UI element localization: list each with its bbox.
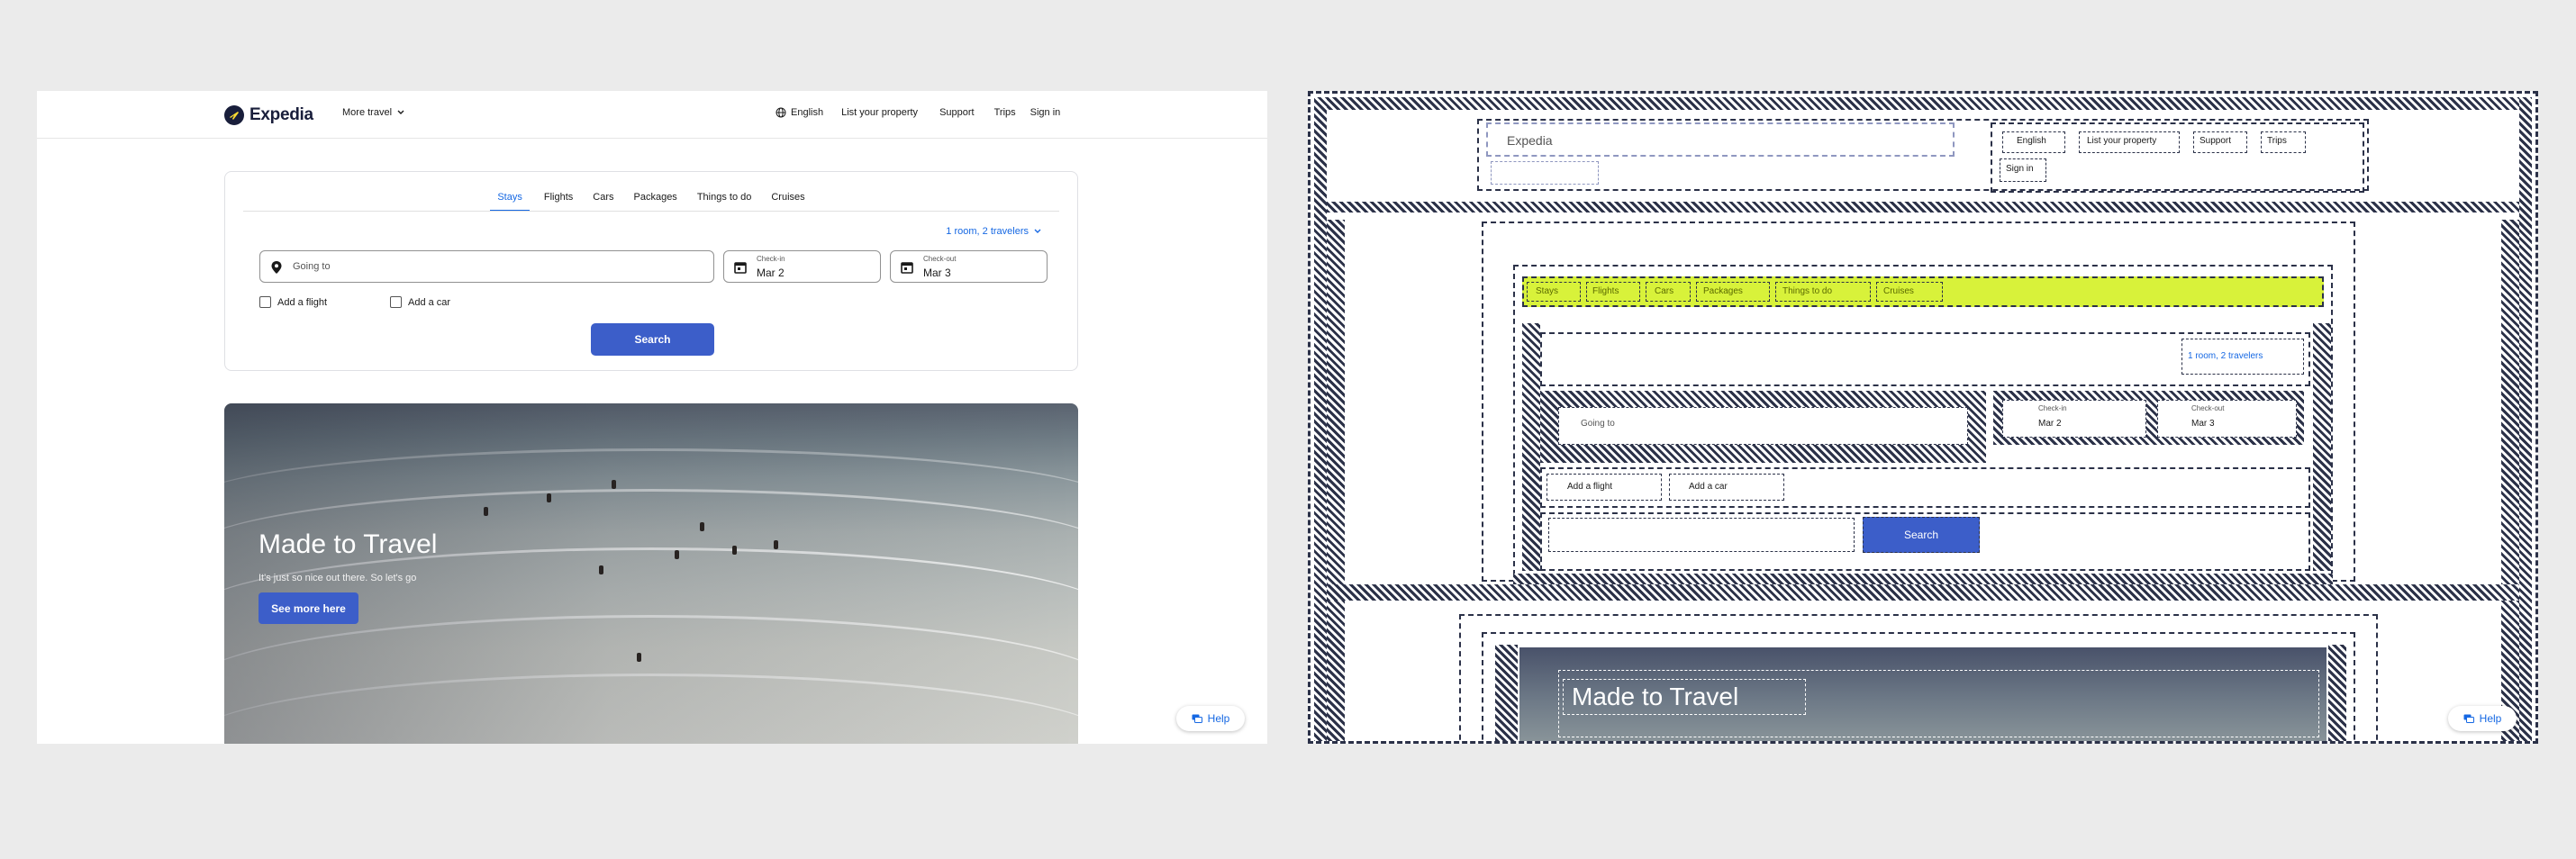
overlay-check-in-value[interactable]: Mar 2 (2038, 419, 2062, 429)
more-travel-menu[interactable]: More travel (342, 107, 404, 118)
content-border-left (1327, 220, 1345, 741)
calendar-icon (734, 262, 747, 274)
overlay-add-car[interactable]: Add a car (1689, 482, 1728, 492)
section-divider-hatch (1327, 584, 2519, 601)
check-in-label: Check-in (757, 255, 785, 263)
logo-text: Expedia (249, 105, 313, 124)
product-tabs: Stays Flights Cars Packages Things to do… (225, 188, 1077, 212)
tab-packages[interactable]: Packages (634, 188, 677, 209)
sign-in-link[interactable]: Sign in (1030, 107, 1061, 118)
language-selector[interactable]: English (776, 107, 823, 118)
language-label: English (791, 107, 824, 118)
travelers-label: 1 room, 2 travelers (946, 226, 1029, 237)
help-button[interactable]: Help (1176, 706, 1245, 731)
plane-logo-icon (224, 105, 244, 125)
overlay-tab-things-to-do[interactable]: Things to do (1782, 286, 1832, 296)
hero-subtitle: It's just so nice out there. So let's go (259, 573, 417, 583)
overlay-add-flight[interactable]: Add a flight (1567, 482, 1612, 492)
chevron-down-icon (1034, 229, 1041, 233)
support-link[interactable]: Support (939, 107, 975, 118)
search-spacer-outline (1548, 518, 1855, 552)
see-more-button[interactable]: See more here (259, 592, 358, 624)
more-travel-label: More travel (342, 107, 393, 118)
form-border-left (1522, 323, 1540, 571)
expedia-homepage-view: Expedia More travel English List your pr… (37, 91, 1267, 744)
globe-icon (776, 107, 786, 118)
going-to-placeholder: Going to (293, 261, 331, 272)
overlay-going-to[interactable]: Going to (1581, 419, 1615, 429)
add-car-checkbox[interactable]: Add a car (390, 296, 450, 308)
overlay-check-out-label: Check-out (2191, 404, 2225, 412)
going-to-outline (1558, 407, 1968, 445)
overlay-trips[interactable]: Trips (2267, 136, 2287, 146)
overlay-help-button[interactable]: Help (2448, 706, 2517, 731)
element-overlay-view: Expedia English List your property Suppo… (1308, 91, 2538, 744)
overlay-language[interactable]: English (2017, 136, 2046, 146)
chat-icon (1192, 714, 1202, 723)
overlay-check-out-value[interactable]: Mar 3 (2191, 419, 2215, 429)
tab-cruises[interactable]: Cruises (771, 188, 804, 209)
overlay-sign-in[interactable]: Sign in (2006, 164, 2034, 174)
header-nav: English List your property Support Trips… (776, 107, 1060, 118)
chat-icon (2463, 714, 2474, 723)
overlay-list-property[interactable]: List your property (2087, 136, 2156, 146)
calendar-icon (901, 262, 913, 274)
overlay-logo[interactable]: Expedia (1507, 133, 1553, 148)
trips-link[interactable]: Trips (994, 107, 1016, 118)
overlay-travelers[interactable]: 1 room, 2 travelers (2188, 351, 2263, 361)
tab-flights[interactable]: Flights (544, 188, 573, 209)
chevron-down-icon (397, 110, 404, 114)
search-form-card: Stays Flights Cars Packages Things to do… (224, 171, 1078, 371)
check-out-label: Check-out (923, 255, 957, 263)
frame-border-right (2519, 97, 2532, 741)
checkbox-box[interactable] (259, 296, 271, 308)
overlay-hero-title: Made to Travel (1572, 683, 1739, 710)
going-to-field[interactable]: Going to (259, 250, 714, 283)
frame-border-left (1314, 97, 1327, 741)
check-out-field[interactable]: Check-out Mar 3 (890, 250, 1048, 283)
frame-border-top (1314, 97, 2532, 110)
site-header: Expedia More travel English List your pr… (37, 91, 1267, 139)
help-label: Help (1207, 712, 1230, 725)
list-property-link[interactable]: List your property (841, 107, 918, 118)
overlay-check-in-label: Check-in (2038, 404, 2067, 412)
form-border-right (2313, 323, 2331, 571)
check-in-value: Mar 2 (757, 267, 785, 279)
overlay-tab-packages[interactable]: Packages (1703, 286, 1743, 296)
add-flight-label: Add a flight (277, 296, 328, 308)
logo-outline (1486, 122, 1955, 157)
hero-border-right (2328, 645, 2346, 741)
tab-stays[interactable]: Stays (490, 188, 530, 212)
overlay-tab-cruises[interactable]: Cruises (1883, 286, 1914, 296)
form-border-bottom (1513, 574, 2333, 584)
check-in-field[interactable]: Check-in Mar 2 (723, 250, 881, 283)
map-pin-icon (271, 261, 282, 274)
overlay-search-button[interactable]: Search (1863, 517, 1980, 553)
tabs-divider (243, 211, 1059, 212)
tab-cars[interactable]: Cars (593, 188, 613, 209)
overlay-tab-flights[interactable]: Flights (1592, 286, 1619, 296)
travelers-selector[interactable]: 1 room, 2 travelers (946, 226, 1041, 237)
hero-banner: Made to Travel It's just so nice out the… (224, 403, 1078, 744)
hero-border-left (1495, 645, 1518, 741)
header-bottom-border (1327, 202, 2519, 212)
check-out-value: Mar 3 (923, 267, 951, 279)
overlay-tab-cars[interactable]: Cars (1655, 286, 1673, 296)
checkbox-box[interactable] (390, 296, 402, 308)
tab-things-to-do[interactable]: Things to do (697, 188, 752, 209)
hero-title: Made to Travel (259, 529, 438, 559)
check-out-outline (2157, 400, 2297, 438)
search-button[interactable]: Search (591, 323, 714, 356)
expedia-logo[interactable]: Expedia (224, 104, 313, 127)
overlay-tab-stays[interactable]: Stays (1536, 286, 1558, 296)
content-border-right (2501, 220, 2519, 741)
overlay-support[interactable]: Support (2200, 136, 2231, 146)
add-car-label: Add a car (408, 296, 451, 308)
overlay-help-label: Help (2479, 712, 2502, 725)
add-flight-checkbox[interactable]: Add a flight (259, 296, 327, 308)
more-travel-outline (1491, 161, 1599, 185)
check-in-outline (2002, 400, 2146, 438)
